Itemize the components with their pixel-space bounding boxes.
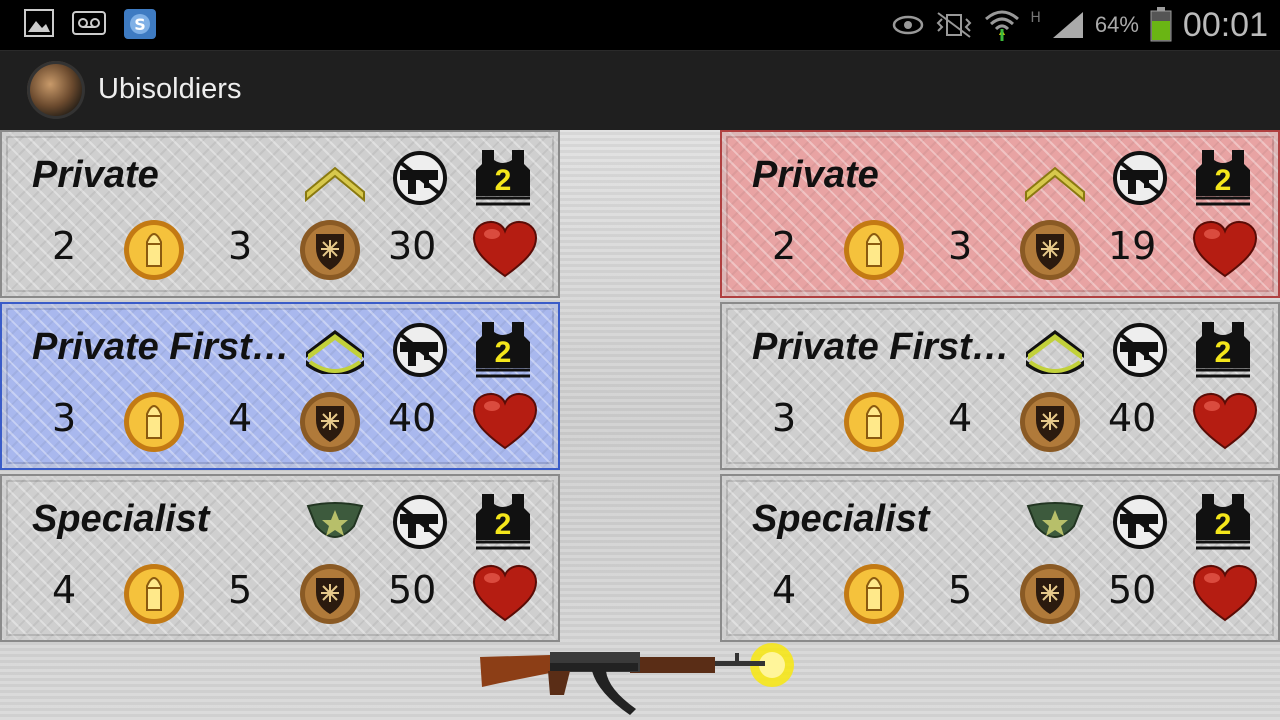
- signal-icon: [1052, 12, 1083, 38]
- attack-value: 4: [772, 568, 797, 612]
- shield-icon: [1020, 220, 1080, 280]
- health-value: 40: [388, 396, 437, 440]
- health-value: 40: [1108, 396, 1157, 440]
- left-unit-column: Private 2 2 3 30 Private First C 2 3 4 4…: [0, 130, 560, 646]
- weapon-icon: [1113, 151, 1167, 205]
- left-unit-card-2[interactable]: Private First Class 2 3 4: [0, 302, 560, 470]
- eye-icon: [893, 15, 924, 35]
- private-rank-icon: [305, 166, 365, 202]
- health-value: 19: [1108, 224, 1157, 268]
- attack-value: 4: [52, 568, 77, 612]
- armor-level: 2: [495, 164, 512, 197]
- heart-icon: [472, 564, 538, 622]
- shield-icon: [1020, 564, 1080, 624]
- weapon-icon: [1113, 323, 1167, 377]
- unit-rank-name: Specialist: [32, 498, 210, 540]
- armor-icon: 2: [1196, 322, 1250, 378]
- armor-level: 2: [1215, 336, 1232, 369]
- private-first-class-rank-icon: [306, 330, 364, 374]
- defense-value: 3: [228, 224, 253, 268]
- defense-value: 5: [948, 568, 973, 612]
- specialist-rank-icon: [1026, 502, 1084, 538]
- app-logo-icon[interactable]: [27, 61, 85, 119]
- attack-value: 2: [52, 224, 77, 268]
- game-board: Private 2 2 3 30 Private First C 2 3 4 4…: [0, 130, 1280, 720]
- defense-value: 3: [948, 224, 973, 268]
- clock: 00:01: [1182, 5, 1268, 44]
- vibrate-mute-icon: [936, 12, 972, 38]
- s-app-icon: S: [124, 9, 156, 39]
- left-unit-card-1[interactable]: Private 2 2 3 30: [0, 130, 560, 298]
- heart-icon: [1192, 392, 1258, 450]
- network-type-label: H: [1030, 10, 1041, 26]
- battery-icon: [1150, 7, 1172, 42]
- unit-rank-name: Private: [32, 154, 159, 196]
- specialist-rank-icon: [306, 502, 364, 538]
- bullet-icon: [124, 220, 184, 280]
- right-unit-card-2[interactable]: Private First Class 2 3 4: [720, 302, 1280, 470]
- shield-icon: [300, 220, 360, 280]
- defense-value: 4: [948, 396, 973, 440]
- unit-rank-name: Private: [752, 154, 879, 196]
- heart-icon: [1192, 220, 1258, 278]
- svg-text:S: S: [134, 15, 146, 34]
- health-value: 50: [1108, 568, 1157, 612]
- health-value: 50: [388, 568, 437, 612]
- shield-icon: [1020, 392, 1080, 452]
- action-bar: Ubisoldiers: [0, 50, 1280, 131]
- weapon-icon: [393, 151, 447, 205]
- defense-value: 4: [228, 396, 253, 440]
- voicemail-icon: [72, 11, 106, 35]
- armor-level: 2: [1215, 508, 1232, 541]
- heart-icon: [1192, 564, 1258, 622]
- attack-value: 3: [52, 396, 77, 440]
- weapon-icon: [393, 495, 447, 549]
- armor-level: 2: [495, 336, 512, 369]
- unit-rank-name: Private First Class: [32, 326, 294, 368]
- battery-percent: 64%: [1094, 12, 1139, 37]
- armor-icon: 2: [476, 494, 530, 550]
- left-unit-card-3[interactable]: Specialist 2 4 5 50: [0, 474, 560, 642]
- armor-icon: 2: [1196, 150, 1250, 206]
- unit-rank-name: Private First Class: [752, 326, 1014, 368]
- health-value: 30: [388, 224, 437, 268]
- armor-icon: 2: [1196, 494, 1250, 550]
- attack-value: 2: [772, 224, 797, 268]
- right-unit-card-1[interactable]: Private 2 2 3 19: [720, 130, 1280, 298]
- weapon-icon: [1113, 495, 1167, 549]
- shield-icon: [300, 392, 360, 452]
- rifle-icon[interactable]: [480, 635, 810, 720]
- private-first-class-rank-icon: [1026, 330, 1084, 374]
- shield-icon: [300, 564, 360, 624]
- app-title: Ubisoldiers: [98, 73, 242, 105]
- armor-level: 2: [495, 508, 512, 541]
- status-bar: S H 64% 00:01: [0, 0, 1280, 50]
- bullet-icon: [844, 220, 904, 280]
- private-rank-icon: [1025, 166, 1085, 202]
- attack-value: 3: [772, 396, 797, 440]
- wifi-icon: [985, 10, 1020, 41]
- armor-icon: 2: [476, 150, 530, 206]
- right-unit-column: Private 2 2 3 19 Private First C 2 3 4 4…: [720, 130, 1280, 646]
- heart-icon: [472, 392, 538, 450]
- bullet-icon: [844, 392, 904, 452]
- heart-icon: [472, 220, 538, 278]
- unit-rank-name: Specialist: [752, 498, 930, 540]
- bullet-icon: [124, 392, 184, 452]
- status-left-icons: S: [24, 9, 156, 39]
- armor-level: 2: [1215, 164, 1232, 197]
- right-unit-card-3[interactable]: Specialist 2 4 5 50: [720, 474, 1280, 642]
- bullet-icon: [124, 564, 184, 624]
- gallery-icon: [24, 9, 54, 37]
- defense-value: 5: [228, 568, 253, 612]
- armor-icon: 2: [476, 322, 530, 378]
- weapon-icon: [393, 323, 447, 377]
- status-right-icons: H 64% 00:01: [892, 0, 1268, 50]
- bullet-icon: [844, 564, 904, 624]
